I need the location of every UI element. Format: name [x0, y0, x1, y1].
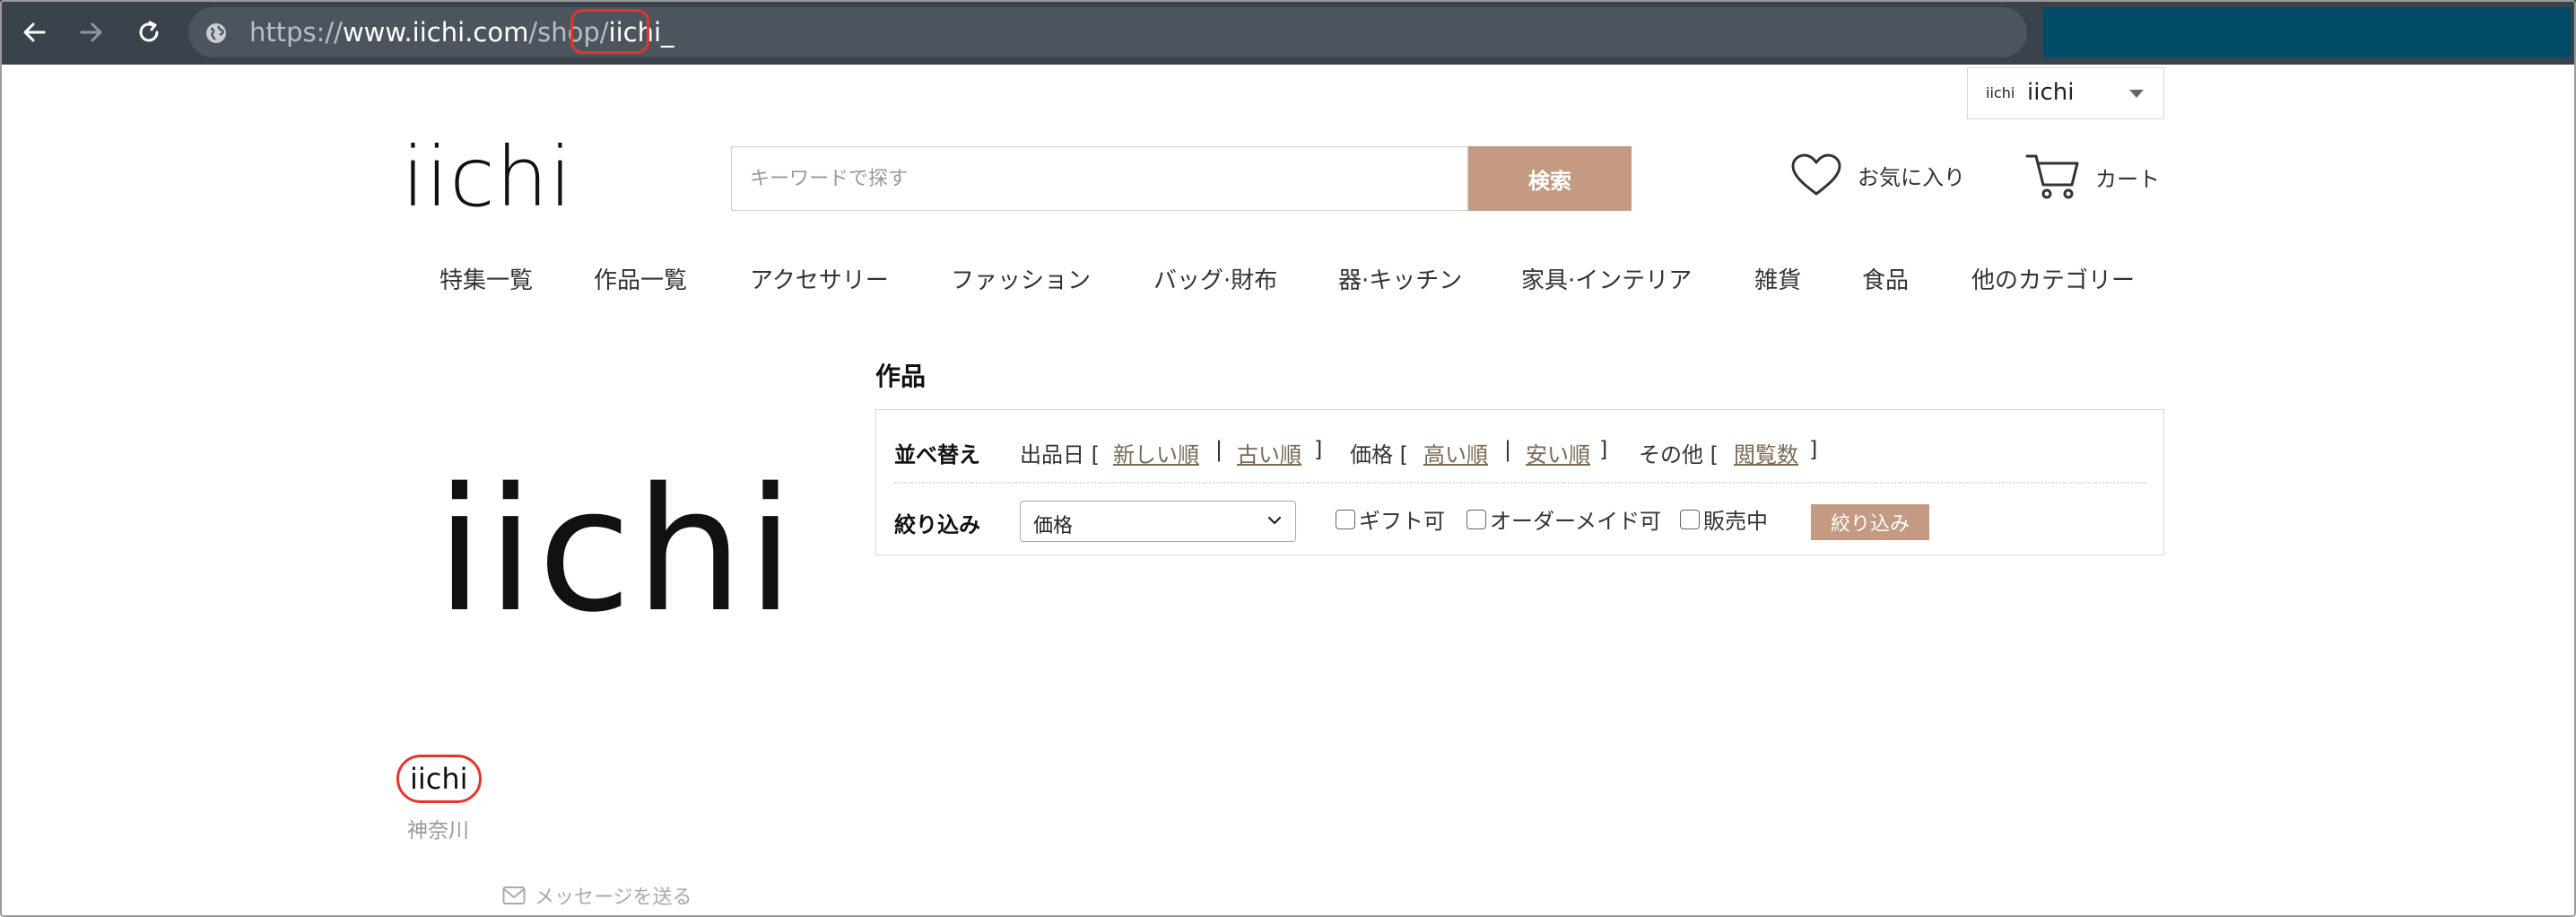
gift-label: ギフト可	[1359, 509, 1445, 534]
send-message-label: メッセージを送る	[535, 886, 692, 909]
category-item[interactable]: 雑貨	[1754, 262, 1801, 295]
sort-filter-box: 並べ替え 出品日 [ 新しい順 | 古い順 ] 価格 [ 高い順 | 安い順 ]…	[875, 409, 2164, 555]
sort-price-label: 価格 [	[1350, 442, 1408, 467]
checkbox-box[interactable]	[1680, 509, 1700, 529]
category-item[interactable]: アクセサリー	[750, 262, 889, 295]
forward-button[interactable]	[75, 16, 108, 48]
reload-button[interactable]	[133, 16, 165, 48]
favorites-label: お気に入り	[1858, 164, 1965, 190]
cart-link[interactable]: カート	[2025, 153, 2160, 201]
shop-logo-text: iichi	[436, 451, 798, 650]
sort-price-high-link[interactable]: 高い順	[1423, 437, 1488, 468]
order-made-label: オーダーメイド可	[1490, 509, 1662, 534]
sort-newest-link[interactable]: 新しい順	[1113, 437, 1199, 468]
divider	[894, 482, 2146, 484]
category-item[interactable]: 家具·インテリア	[1521, 262, 1692, 295]
on-sale-checkbox[interactable]: 販売中	[1680, 503, 1768, 535]
sort-oldest-link[interactable]: 古い順	[1237, 437, 1301, 468]
gift-checkbox[interactable]: ギフト可	[1336, 503, 1445, 535]
cart-icon	[2025, 154, 2079, 199]
search-button[interactable]: 検索	[1468, 146, 1632, 211]
sort-separator: |	[1504, 437, 1512, 462]
shop-name: iichi	[410, 762, 468, 796]
account-name: iichi	[2027, 79, 2075, 106]
category-item[interactable]: 作品一覧	[594, 262, 687, 295]
search-input[interactable]	[731, 146, 1468, 211]
category-item[interactable]: 器·キッチン	[1338, 262, 1462, 295]
address-bar[interactable]: https://www.iichi.com/shop/iichi_	[188, 7, 2027, 57]
browser-toolbar: https://www.iichi.com/shop/iichi_	[0, 0, 2576, 65]
price-filter-select[interactable]: 価格	[1020, 501, 1296, 542]
send-message-link[interactable]: メッセージを送る	[502, 881, 692, 910]
sort-bracket: ]	[1809, 437, 1818, 462]
shop-prefecture: 神奈川	[407, 819, 469, 843]
checkbox-box[interactable]	[1336, 509, 1355, 529]
sort-views-link[interactable]: 閲覧数	[1734, 437, 1798, 468]
sort-bracket: ]	[1314, 437, 1323, 462]
select-value: 価格	[1033, 515, 1074, 537]
favorites-link[interactable]: お気に入り	[1789, 153, 1965, 197]
checkbox-box[interactable]	[1466, 509, 1486, 529]
globe-icon	[206, 23, 226, 43]
filter-label: 絞り込み	[894, 512, 980, 537]
reload-icon	[139, 21, 159, 42]
account-avatar: iichi	[1986, 84, 2015, 101]
chevron-down-icon	[1267, 516, 1282, 525]
account-dropdown[interactable]: iichi iichi	[1967, 67, 2164, 119]
category-item[interactable]: 他のカテゴリー	[1971, 262, 2135, 295]
category-item[interactable]: ファッション	[951, 262, 1091, 295]
section-title: 作品	[875, 362, 927, 391]
sort-other-label: その他 [	[1639, 442, 1719, 467]
heart-icon	[1791, 153, 1841, 196]
forward-arrow-icon	[80, 22, 102, 42]
cart-label: カート	[2095, 166, 2160, 192]
filter-submit-button[interactable]: 絞り込み	[1811, 504, 1929, 540]
on-sale-label: 販売中	[1703, 509, 1768, 534]
shop-logo-image: iichi	[402, 359, 794, 747]
category-item[interactable]: 特集一覧	[439, 262, 533, 295]
url-highlight-annotation	[570, 9, 649, 54]
shop-name-highlight: iichi	[396, 755, 482, 803]
sort-bracket: ]	[1599, 437, 1608, 462]
sort-date-label: 出品日 [	[1020, 442, 1100, 467]
sort-price-low-link[interactable]: 安い順	[1526, 437, 1590, 468]
back-button[interactable]	[18, 16, 50, 48]
extensions-area	[2043, 7, 2571, 57]
back-arrow-icon	[23, 22, 46, 42]
sort-label: 並べ替え	[894, 442, 980, 467]
sort-separator: |	[1215, 437, 1223, 462]
order-made-checkbox[interactable]: オーダーメイド可	[1466, 503, 1661, 535]
category-item[interactable]: 食品	[1862, 262, 1909, 295]
caret-down-icon	[2129, 90, 2144, 98]
site-logo[interactable]: iichi	[402, 127, 573, 228]
category-item[interactable]: バッグ·財布	[1153, 262, 1277, 295]
envelope-icon	[502, 886, 526, 904]
